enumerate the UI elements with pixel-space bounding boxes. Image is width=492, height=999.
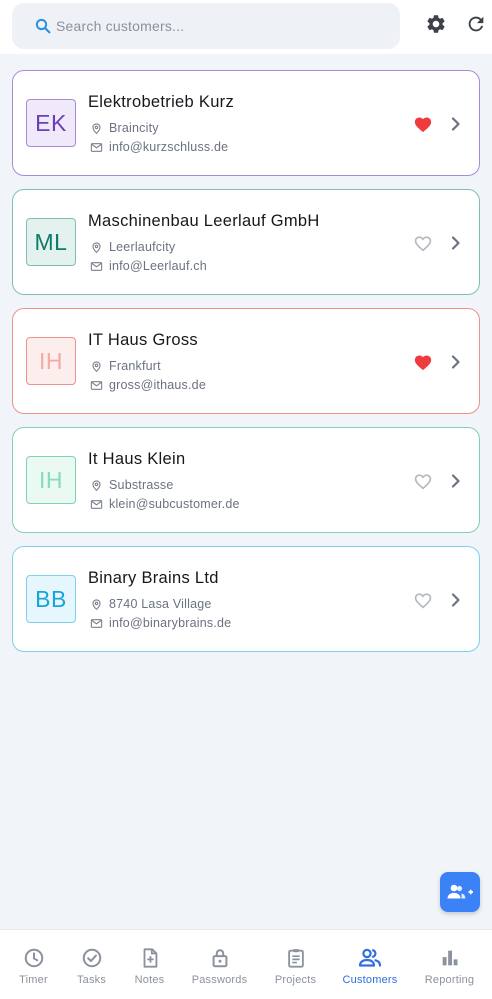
customer-city: Leerlaufcity (109, 240, 176, 254)
top-bar (0, 0, 492, 54)
nav-label: Tasks (76, 974, 107, 986)
nav-label: Passwords (191, 974, 248, 986)
heart-outline-icon (413, 591, 433, 609)
customer-location: Frankfurt (90, 359, 161, 373)
search-icon (34, 17, 52, 35)
customer-name: It Haus Klein (88, 450, 186, 468)
nav-label: Timer (19, 974, 48, 986)
heart-outline-icon (413, 234, 433, 252)
customer-avatar: ML (26, 218, 76, 266)
chevron-right-icon (450, 354, 462, 370)
nav-passwords[interactable]: Passwords (186, 930, 253, 999)
customer-list: EK Elektrobetrieb Kurz Braincity info@ku… (12, 70, 480, 665)
mail-icon (90, 260, 109, 273)
customer-email: info@Leerlauf.ch (109, 259, 207, 273)
customer-name: Maschinenbau Leerlauf GmbH (88, 212, 320, 230)
location-pin-icon (90, 360, 109, 373)
customer-email: klein@subcustomer.de (109, 497, 240, 511)
open-customer-button[interactable] (448, 233, 464, 253)
heart-filled-icon (413, 353, 433, 371)
customer-contact: gross@ithaus.de (90, 378, 206, 392)
nav-customers[interactable]: Customers (332, 930, 408, 999)
gear-icon (425, 13, 447, 40)
customer-name: Elektrobetrieb Kurz (88, 93, 235, 111)
clipboard-icon (285, 930, 307, 969)
bottom-navigation: Timer Tasks Notes Passwords Projects Cus… (0, 929, 492, 999)
settings-button[interactable] (423, 13, 449, 39)
customer-avatar: IH (26, 456, 76, 504)
nav-label: Projects (274, 974, 317, 986)
customer-location: Leerlaufcity (90, 240, 175, 254)
location-pin-icon (90, 598, 109, 611)
customer-name: Binary Brains Ltd (88, 569, 219, 587)
favorite-button[interactable] (411, 232, 435, 254)
location-pin-icon (90, 241, 109, 254)
customer-contact: info@kurzschluss.de (90, 140, 228, 154)
clock-icon (23, 930, 45, 969)
open-customer-button[interactable] (448, 114, 464, 134)
customer-city: Substrasse (109, 478, 174, 492)
mail-icon (90, 498, 109, 511)
customer-card[interactable]: ML Maschinenbau Leerlauf GmbH Leerlaufci… (12, 189, 480, 295)
customer-avatar: BB (26, 575, 76, 623)
favorite-button[interactable] (411, 470, 435, 492)
customer-avatar: IH (26, 337, 76, 385)
heart-outline-icon (413, 472, 433, 490)
nav-reporting[interactable]: Reporting (416, 930, 483, 999)
add-user-icon (446, 883, 474, 901)
nav-label: Reporting (424, 974, 475, 986)
nav-label: Notes (134, 974, 165, 986)
customer-email: info@kurzschluss.de (109, 140, 229, 154)
customer-email: info@binarybrains.de (109, 616, 232, 630)
refresh-button[interactable] (463, 13, 489, 39)
customer-name: IT Haus Gross (88, 331, 198, 349)
customer-location: Substrasse (90, 478, 174, 492)
add-customer-button[interactable] (440, 872, 480, 912)
customer-contact: info@binarybrains.de (90, 616, 231, 630)
customer-location: Braincity (90, 121, 159, 135)
mail-icon (90, 379, 109, 392)
customer-city: Braincity (109, 121, 159, 135)
open-customer-button[interactable] (448, 471, 464, 491)
lock-icon (209, 930, 231, 969)
chevron-right-icon (450, 116, 462, 132)
people-icon (358, 930, 382, 969)
note-add-icon (139, 930, 161, 969)
chevron-right-icon (450, 473, 462, 489)
customer-card[interactable]: BB Binary Brains Ltd 8740 Lasa Village i… (12, 546, 480, 652)
mail-icon (90, 141, 109, 154)
customer-avatar: EK (26, 99, 76, 147)
open-customer-button[interactable] (448, 352, 464, 372)
favorite-button[interactable] (411, 351, 435, 373)
nav-tasks[interactable]: Tasks (58, 930, 125, 999)
chevron-right-icon (450, 592, 462, 608)
bar-chart-icon (439, 930, 461, 969)
customer-card[interactable]: IH It Haus Klein Substrasse klein@subcus… (12, 427, 480, 533)
open-customer-button[interactable] (448, 590, 464, 610)
customer-card[interactable]: EK Elektrobetrieb Kurz Braincity info@ku… (12, 70, 480, 176)
favorite-button[interactable] (411, 113, 435, 135)
favorite-button[interactable] (411, 589, 435, 611)
mail-icon (90, 617, 109, 630)
location-pin-icon (90, 479, 109, 492)
search-box[interactable] (12, 3, 400, 49)
customer-contact: info@Leerlauf.ch (90, 259, 207, 273)
customer-location: 8740 Lasa Village (90, 597, 212, 611)
search-input[interactable] (56, 3, 386, 49)
customer-city: 8740 Lasa Village (109, 597, 212, 611)
customer-city: Frankfurt (109, 359, 161, 373)
chevron-right-icon (450, 235, 462, 251)
heart-filled-icon (413, 115, 433, 133)
customer-contact: klein@subcustomer.de (90, 497, 240, 511)
customer-email: gross@ithaus.de (109, 378, 206, 392)
location-pin-icon (90, 122, 109, 135)
nav-notes[interactable]: Notes (116, 930, 183, 999)
nav-label: Customers (342, 974, 398, 986)
nav-projects[interactable]: Projects (262, 930, 329, 999)
nav-timer[interactable]: Timer (0, 930, 67, 999)
customer-card[interactable]: IH IT Haus Gross Frankfurt gross@ithaus.… (12, 308, 480, 414)
refresh-icon (465, 13, 487, 40)
check-circle-icon (81, 930, 103, 969)
